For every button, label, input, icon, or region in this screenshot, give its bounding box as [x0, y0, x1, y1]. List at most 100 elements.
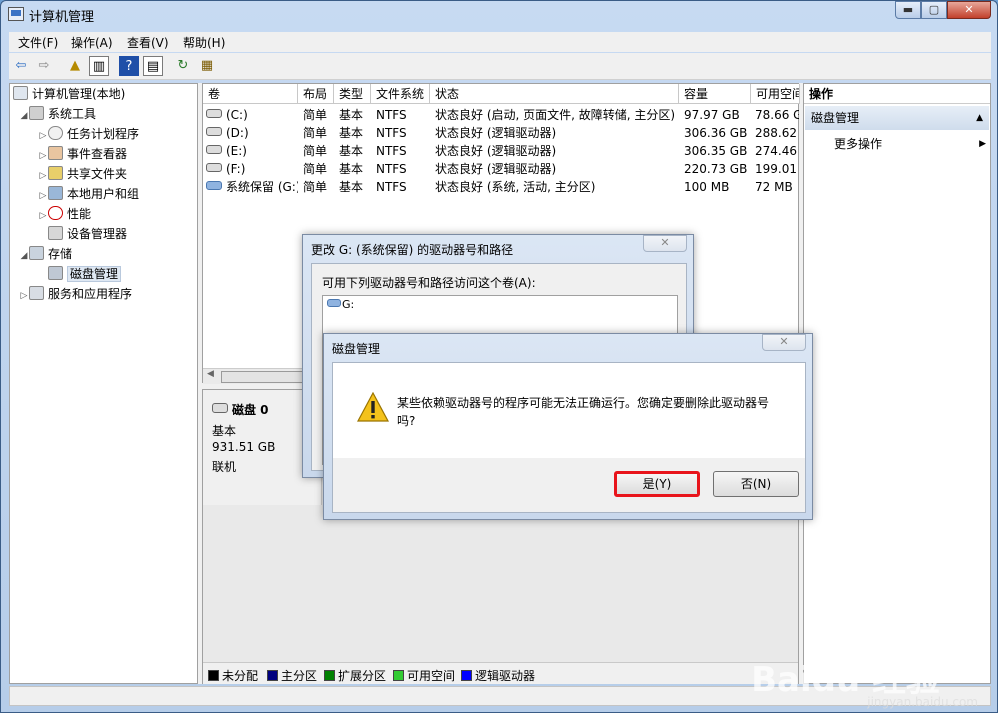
show-hide-action-pane-icon[interactable]: ▤: [143, 56, 163, 76]
free-space-cell: 288.62: [755, 126, 797, 140]
menu-bar: 文件(F) 操作(A) 查看(V) 帮助(H): [9, 32, 991, 52]
tools-icon: [29, 106, 44, 120]
drive-icon: [206, 127, 222, 136]
legend-swatch: [461, 670, 472, 681]
forward-arrow-icon[interactable]: ⇨: [34, 56, 54, 76]
tree-item-root[interactable]: 计算机管理(本地): [13, 85, 125, 104]
column-status[interactable]: 状态: [430, 84, 679, 104]
type-cell: 基本: [339, 162, 364, 176]
expanded-arrow-icon[interactable]: ◢: [19, 247, 29, 266]
layout-cell: 简单: [303, 180, 328, 194]
type-cell: 基本: [339, 144, 364, 158]
tree-item-shared-folders[interactable]: ▷ 共享文件夹: [38, 165, 127, 184]
navigation-tree: 计算机管理(本地) ◢ 系统工具 ▷ 任务计划程序 ▷ 事件查看器 ▷ 共享文件夹 ▷ 本…: [9, 83, 198, 684]
column-capacity[interactable]: 容量: [679, 84, 751, 104]
close-button[interactable]: ✕: [947, 1, 991, 19]
tree-item-storage[interactable]: ◢ 存储: [19, 245, 72, 264]
disk-size: 931.51 GB: [212, 440, 276, 454]
up-folder-icon[interactable]: ▲: [65, 56, 85, 76]
dialog-close-button[interactable]: ✕: [643, 235, 687, 252]
computer-management-icon: [8, 7, 24, 21]
column-free-space[interactable]: 可用空间: [751, 84, 800, 104]
collapsed-arrow-icon[interactable]: ▷: [38, 187, 48, 206]
confirm-remove-dialog: 磁盘管理 ✕ 某些依赖驱动器号的程序可能无法正确运行。您确定要删除此驱动器号 吗…: [323, 333, 813, 520]
tree-item-event-viewer[interactable]: ▷ 事件查看器: [38, 145, 127, 164]
volume-name: 系统保留 (G:): [226, 180, 298, 194]
actions-section-disk-management[interactable]: 磁盘管理 ▲: [805, 106, 989, 130]
refresh-icon[interactable]: ↻: [173, 56, 193, 76]
type-cell: 基本: [339, 126, 364, 140]
help-icon[interactable]: ?: [119, 56, 139, 76]
column-layout[interactable]: 布局: [298, 84, 334, 104]
filesystem-cell: NTFS: [376, 162, 407, 176]
capacity-cell: 306.35 GB: [684, 144, 748, 158]
volume-name: (C:): [226, 108, 248, 122]
capacity-cell: 306.36 GB: [684, 126, 748, 140]
collapsed-arrow-icon[interactable]: ▷: [38, 207, 48, 226]
layout-cell: 简单: [303, 162, 328, 176]
tree-item-local-users[interactable]: ▷ 本地用户和组: [38, 185, 139, 204]
drive-icon: [206, 145, 222, 154]
free-space-cell: 199.01: [755, 162, 797, 176]
collapsed-arrow-icon[interactable]: ▷: [19, 287, 29, 306]
minimize-button[interactable]: ▬: [895, 1, 921, 19]
status-cell: 状态良好 (逻辑驱动器): [435, 126, 557, 140]
scrollbar-thumb[interactable]: [221, 371, 303, 383]
back-arrow-icon[interactable]: ⇦: [11, 56, 31, 76]
capacity-cell: 220.73 GB: [684, 162, 748, 176]
legend-swatch: [324, 670, 335, 681]
collapsed-arrow-icon[interactable]: ▷: [38, 127, 48, 146]
legend-swatch: [267, 670, 278, 681]
shared-folder-icon: [48, 166, 63, 180]
no-button[interactable]: 否(N): [713, 471, 799, 497]
tree-item-system-tools[interactable]: ◢ 系统工具: [19, 105, 96, 124]
baidu-watermark: Baidu 经验: [751, 660, 940, 700]
disk-type: 基本: [212, 424, 237, 438]
capacity-cell: 97.97 GB: [684, 108, 740, 122]
column-volume[interactable]: 卷: [203, 84, 298, 104]
tree-item-device-manager[interactable]: 设备管理器: [48, 225, 127, 244]
paths-label: 可用下列驱动器号和路径访问这个卷(A):: [322, 276, 536, 290]
show-hide-tree-icon[interactable]: ▥: [89, 56, 109, 76]
dialog-close-button[interactable]: ✕: [762, 334, 806, 351]
drive-icon: [206, 163, 222, 172]
disk-icon: [212, 403, 228, 413]
menu-view[interactable]: 查看(V): [127, 34, 169, 51]
free-space-cell: 274.46: [755, 144, 797, 158]
disk-management-icon: [48, 266, 63, 280]
disk-name: 磁盘 0: [232, 403, 269, 417]
filesystem-cell: NTFS: [376, 126, 407, 140]
title-bar[interactable]: 计算机管理 ▬ ▢ ✕: [1, 1, 997, 29]
expanded-arrow-icon[interactable]: ◢: [19, 107, 29, 126]
device-manager-icon: [48, 226, 63, 240]
menu-file[interactable]: 文件(F): [18, 34, 58, 51]
filesystem-cell: NTFS: [376, 180, 407, 194]
maximize-button[interactable]: ▢: [921, 1, 947, 19]
volume-name: (E:): [226, 144, 247, 158]
yes-button[interactable]: 是(Y): [614, 471, 700, 497]
menu-action[interactable]: 操作(A): [71, 34, 113, 51]
list-item[interactable]: G:: [327, 298, 354, 311]
more-actions-item[interactable]: 更多操作 ▶: [834, 135, 988, 153]
submenu-arrow-icon: ▶: [979, 139, 986, 149]
collapsed-arrow-icon[interactable]: ▷: [38, 147, 48, 166]
tree-item-performance[interactable]: ▷ 性能: [38, 205, 91, 224]
legend-swatch: [393, 670, 404, 681]
scroll-left-icon[interactable]: ◀: [207, 369, 214, 379]
status-cell: 状态良好 (逻辑驱动器): [435, 162, 557, 176]
actions-header: 操作: [804, 84, 990, 104]
column-type[interactable]: 类型: [334, 84, 371, 104]
tree-item-disk-management[interactable]: 磁盘管理: [48, 265, 122, 284]
tree-item-task-scheduler[interactable]: ▷ 任务计划程序: [38, 125, 139, 144]
actions-pane: 操作 磁盘管理 ▲ 更多操作 ▶: [803, 83, 991, 684]
menu-help[interactable]: 帮助(H): [183, 34, 225, 51]
legend-swatch: [208, 670, 219, 681]
collapse-arrow-icon[interactable]: ▲: [976, 106, 983, 130]
properties-icon[interactable]: ▦: [197, 56, 217, 76]
services-icon: [29, 286, 44, 300]
column-filesystem[interactable]: 文件系统: [371, 84, 430, 104]
collapsed-arrow-icon[interactable]: ▷: [38, 167, 48, 186]
warning-icon: [357, 392, 389, 422]
tree-item-services[interactable]: ▷ 服务和应用程序: [19, 285, 132, 304]
free-space-cell: 72 MB: [755, 180, 793, 194]
